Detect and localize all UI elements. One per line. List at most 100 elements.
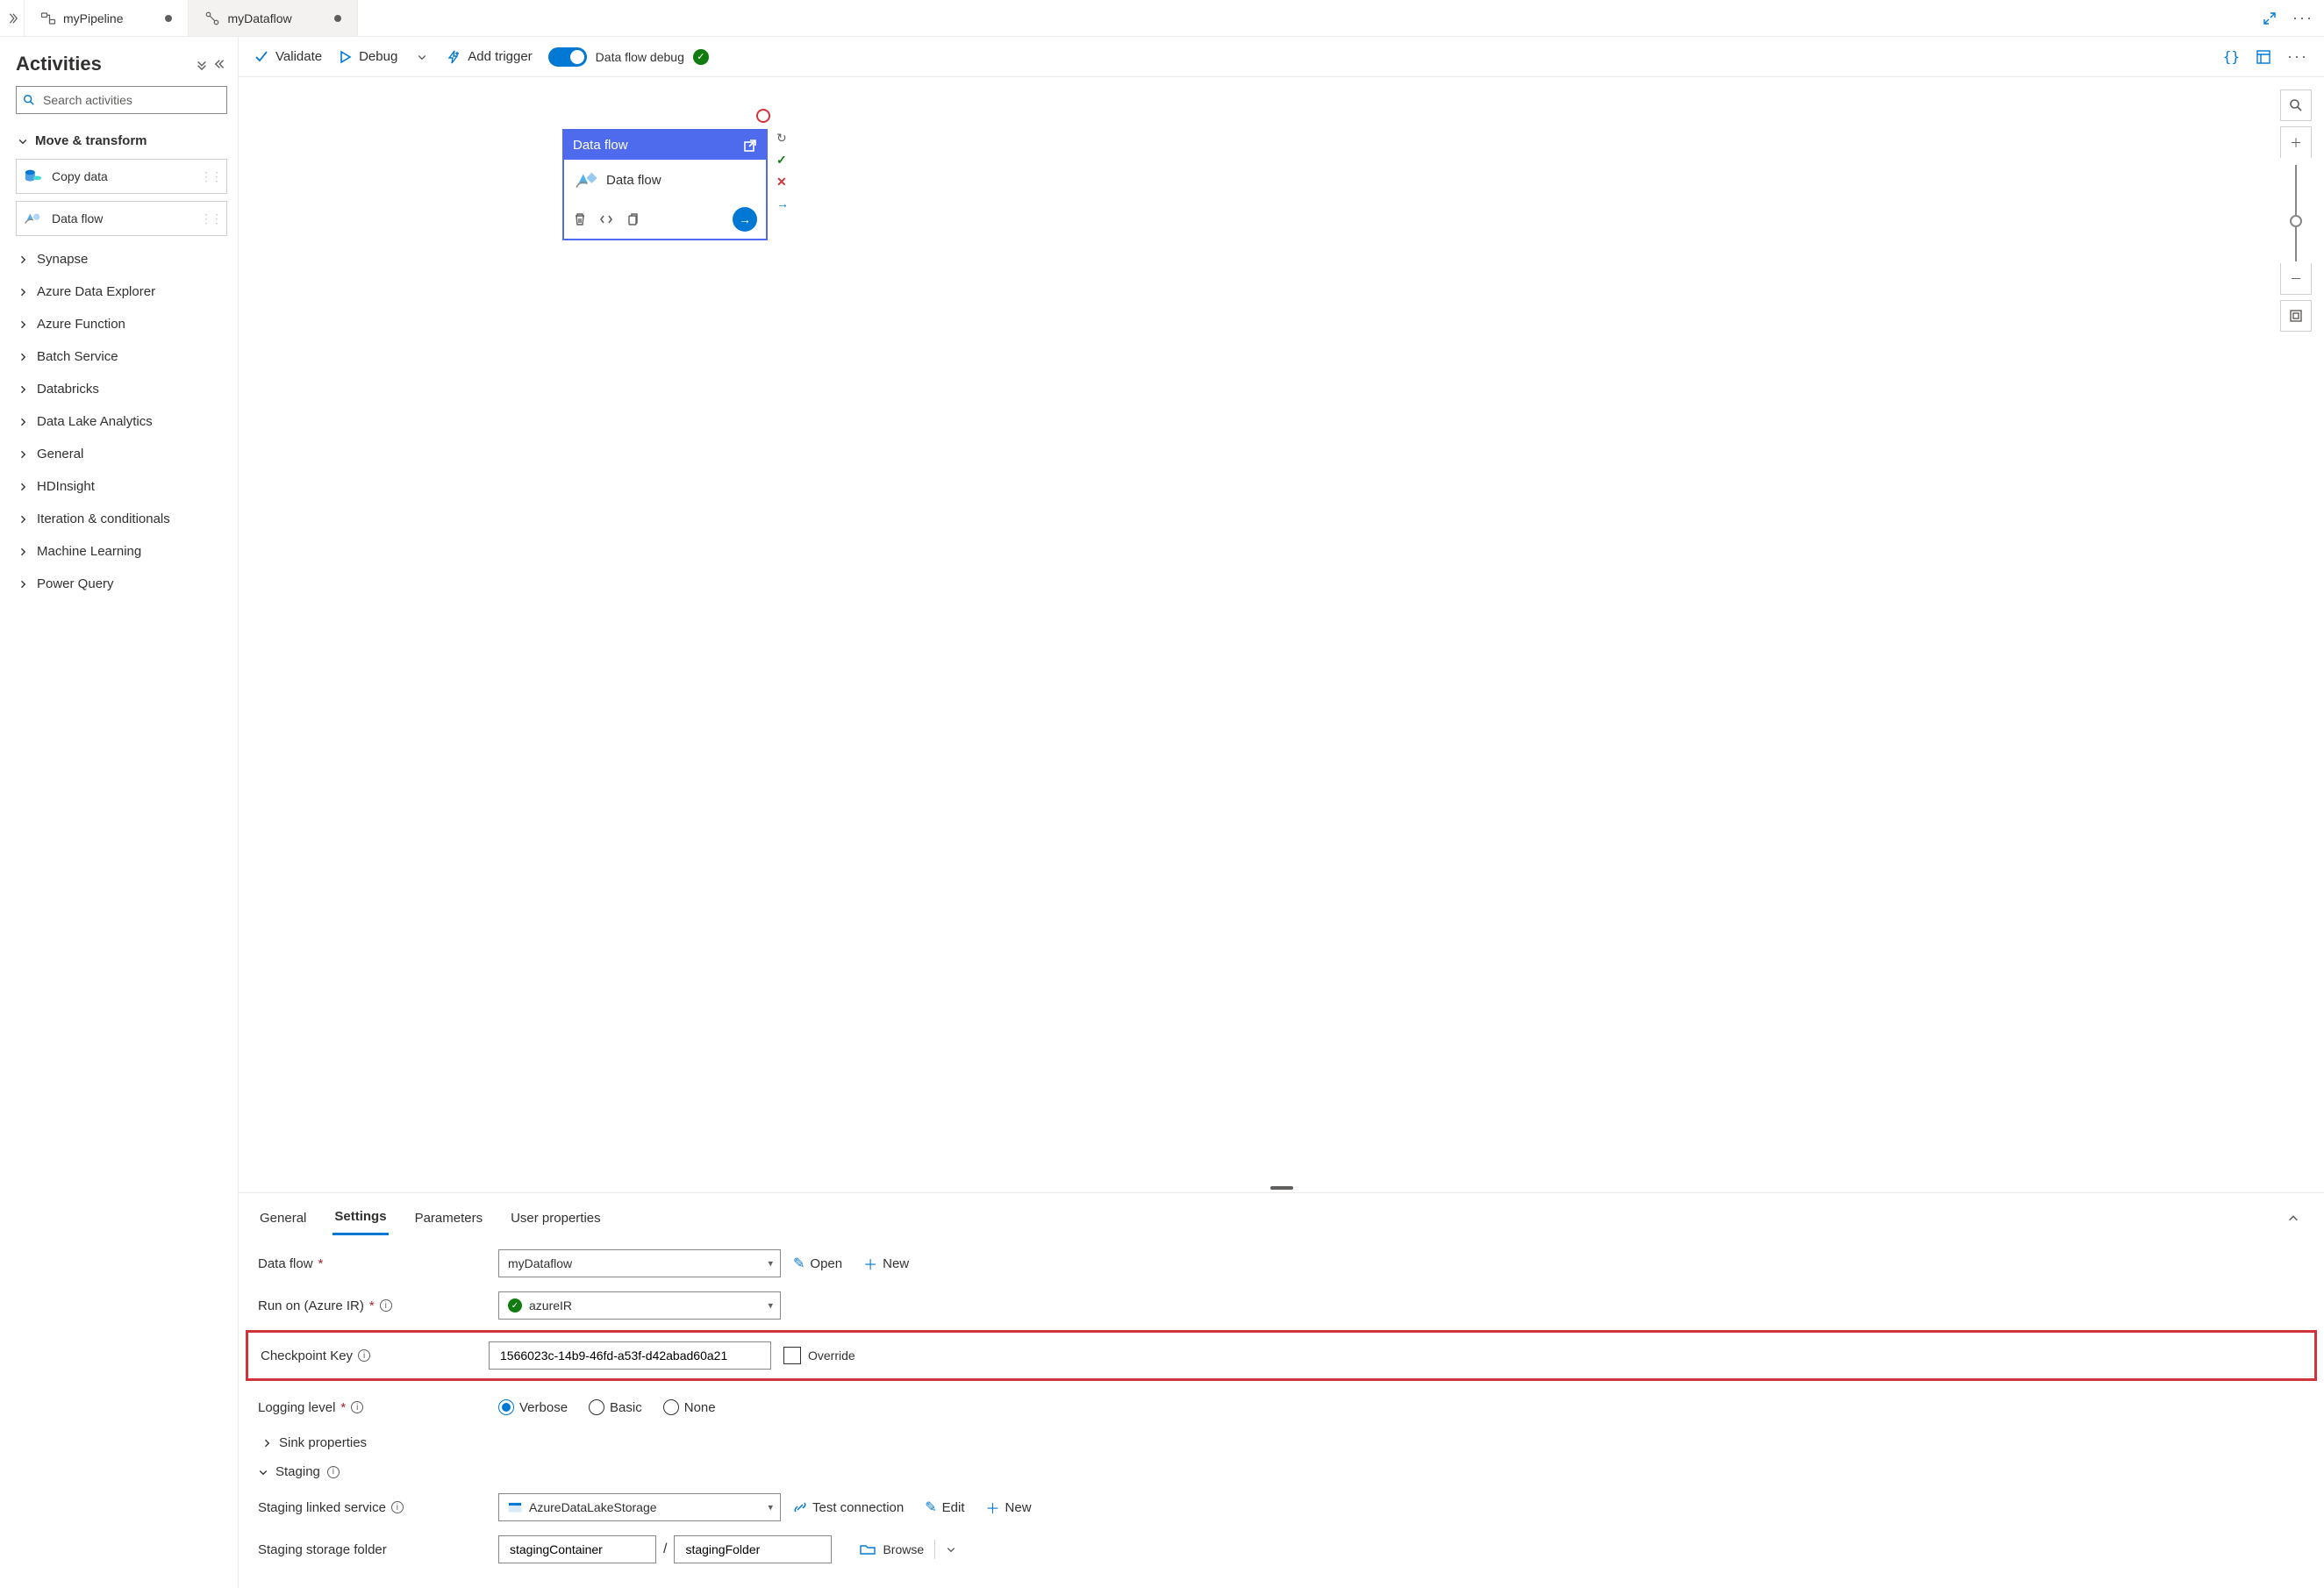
pipeline-canvas[interactable]: Data flow Data flow → xyxy=(239,77,2324,1184)
pipeline-icon xyxy=(40,11,56,26)
radio-verbose[interactable]: Verbose xyxy=(498,1399,568,1415)
staging-linked-select[interactable]: AzureDataLakeStorage ▾ xyxy=(498,1493,781,1521)
props-collapse-icon[interactable] xyxy=(2287,1212,2305,1225)
props-tab-settings[interactable]: Settings xyxy=(333,1202,388,1235)
label-run-on: Run on (Azure IR) xyxy=(258,1298,364,1313)
lightning-icon xyxy=(447,50,461,64)
zoom-in-button[interactable]: ＋ xyxy=(2280,126,2312,158)
debug-status-icon: ✓ xyxy=(693,49,709,65)
activities-search-input[interactable] xyxy=(16,86,227,114)
code-icon[interactable] xyxy=(599,212,613,226)
activities-search[interactable] xyxy=(16,86,227,114)
browse-dropdown-icon[interactable] xyxy=(946,1544,956,1555)
properties-icon[interactable] xyxy=(2256,49,2271,65)
plus-icon: ＋ xyxy=(986,1497,1000,1518)
tabs-expand-button[interactable] xyxy=(0,0,25,36)
override-checkbox[interactable] xyxy=(783,1347,801,1364)
fit-screen-button[interactable] xyxy=(2280,300,2312,332)
dataflow-debug-toggle[interactable] xyxy=(548,47,587,67)
tab-mydataflow[interactable]: myDataflow xyxy=(189,0,357,36)
group-databricks[interactable]: Databricks xyxy=(16,373,227,405)
copy-icon[interactable] xyxy=(626,212,640,226)
panel-resize-handle[interactable] xyxy=(239,1184,2324,1192)
sidebar-collapse-down-icon[interactable] xyxy=(196,58,208,70)
node-failure-icon[interactable]: ✕ xyxy=(776,175,789,190)
activity-label: Data flow xyxy=(52,211,103,225)
info-icon[interactable]: i xyxy=(380,1299,392,1312)
edit-linked-button[interactable]: ✎Edit xyxy=(925,1499,964,1516)
expand-icon[interactable] xyxy=(2263,11,2280,25)
new-linked-button[interactable]: ＋New xyxy=(986,1497,1032,1518)
node-next-icon[interactable]: → xyxy=(733,207,757,232)
group-synapse[interactable]: Synapse xyxy=(16,243,227,275)
group-general[interactable]: General xyxy=(16,438,227,470)
add-trigger-button[interactable]: Add trigger xyxy=(447,49,532,64)
path-separator: / xyxy=(663,1542,667,1557)
dataflow-select[interactable]: myDataflow ▾ xyxy=(498,1249,781,1277)
info-icon[interactable]: i xyxy=(358,1349,370,1362)
props-tab-general[interactable]: General xyxy=(258,1204,308,1234)
label-logging: Logging level xyxy=(258,1400,335,1415)
debug-dropdown-icon[interactable] xyxy=(413,52,431,62)
canvas-search-button[interactable] xyxy=(2280,89,2312,121)
sink-properties-expander[interactable]: Sink properties xyxy=(258,1428,2305,1457)
node-success-icon[interactable]: ✓ xyxy=(776,153,789,168)
chevron-down-icon: ▾ xyxy=(768,1258,773,1270)
staging-expander[interactable]: Staging i xyxy=(258,1457,2305,1486)
checkpoint-key-input[interactable] xyxy=(498,1348,747,1363)
sidebar-collapse-left-icon[interactable] xyxy=(215,58,227,70)
browse-button[interactable]: Browse xyxy=(883,1542,924,1556)
canvas-controls: ＋ － xyxy=(2280,89,2312,337)
zoom-out-button[interactable]: － xyxy=(2280,263,2312,295)
tab-mypipeline[interactable]: myPipeline xyxy=(25,0,189,36)
status-ok-icon: ✓ xyxy=(508,1298,522,1313)
info-icon[interactable]: i xyxy=(391,1501,404,1513)
label-checkpoint: Checkpoint Key xyxy=(261,1348,353,1363)
open-external-icon[interactable] xyxy=(743,139,757,153)
group-batch-service[interactable]: Batch Service xyxy=(16,340,227,373)
node-skip-icon[interactable]: → xyxy=(776,197,789,211)
connection-icon xyxy=(793,1500,807,1514)
check-icon xyxy=(254,50,268,64)
more-icon[interactable]: ··· xyxy=(2292,9,2310,27)
info-icon[interactable]: i xyxy=(351,1401,363,1413)
plus-icon: ＋ xyxy=(863,1253,877,1274)
radio-basic[interactable]: Basic xyxy=(589,1399,642,1415)
new-dataflow-button[interactable]: ＋New xyxy=(863,1253,909,1274)
zoom-slider[interactable] xyxy=(2280,165,2312,261)
props-tab-parameters[interactable]: Parameters xyxy=(413,1204,485,1234)
storage-icon xyxy=(508,1501,522,1513)
test-connection-button[interactable]: Test connection xyxy=(793,1500,904,1515)
label-staging-folder: Staging storage folder xyxy=(258,1542,387,1557)
copy-data-icon xyxy=(24,167,43,186)
drag-grip-icon: ⋮⋮ xyxy=(200,211,221,226)
run-on-select[interactable]: ✓ azureIR ▾ xyxy=(498,1291,781,1320)
activity-data-flow[interactable]: Data flow ⋮⋮ xyxy=(16,201,227,236)
props-tab-user-properties[interactable]: User properties xyxy=(509,1204,603,1234)
tab-dirty-indicator xyxy=(334,15,341,22)
staging-folder-input[interactable] xyxy=(683,1542,808,1557)
checkpoint-highlight: Checkpoint Key i Override xyxy=(246,1330,2317,1381)
staging-container-input[interactable] xyxy=(508,1542,633,1557)
group-iteration-conditionals[interactable]: Iteration & conditionals xyxy=(16,503,227,535)
delete-icon[interactable] xyxy=(573,212,587,226)
dataflow-icon xyxy=(204,11,220,26)
group-hdinsight[interactable]: HDInsight xyxy=(16,470,227,503)
group-move-transform[interactable]: Move & transform xyxy=(16,126,227,155)
group-azure-data-explorer[interactable]: Azure Data Explorer xyxy=(16,275,227,308)
node-retry-icon[interactable]: ↻ xyxy=(776,131,789,146)
group-machine-learning[interactable]: Machine Learning xyxy=(16,535,227,568)
validate-button[interactable]: Validate xyxy=(254,49,322,64)
debug-button[interactable]: Debug xyxy=(338,49,397,64)
activity-copy-data[interactable]: Copy data ⋮⋮ xyxy=(16,159,227,194)
info-icon[interactable]: i xyxy=(327,1466,340,1478)
open-dataflow-button[interactable]: ✎Open xyxy=(793,1255,842,1272)
staging-container-input-wrapper xyxy=(498,1535,656,1563)
dataflow-activity-node[interactable]: Data flow Data flow → xyxy=(563,130,767,240)
radio-none[interactable]: None xyxy=(663,1399,716,1415)
toolbar-more-icon[interactable]: ··· xyxy=(2287,47,2308,66)
group-power-query[interactable]: Power Query xyxy=(16,568,227,600)
group-azure-function[interactable]: Azure Function xyxy=(16,308,227,340)
json-code-icon[interactable]: {} xyxy=(2223,48,2240,65)
group-data-lake-analytics[interactable]: Data Lake Analytics xyxy=(16,405,227,438)
